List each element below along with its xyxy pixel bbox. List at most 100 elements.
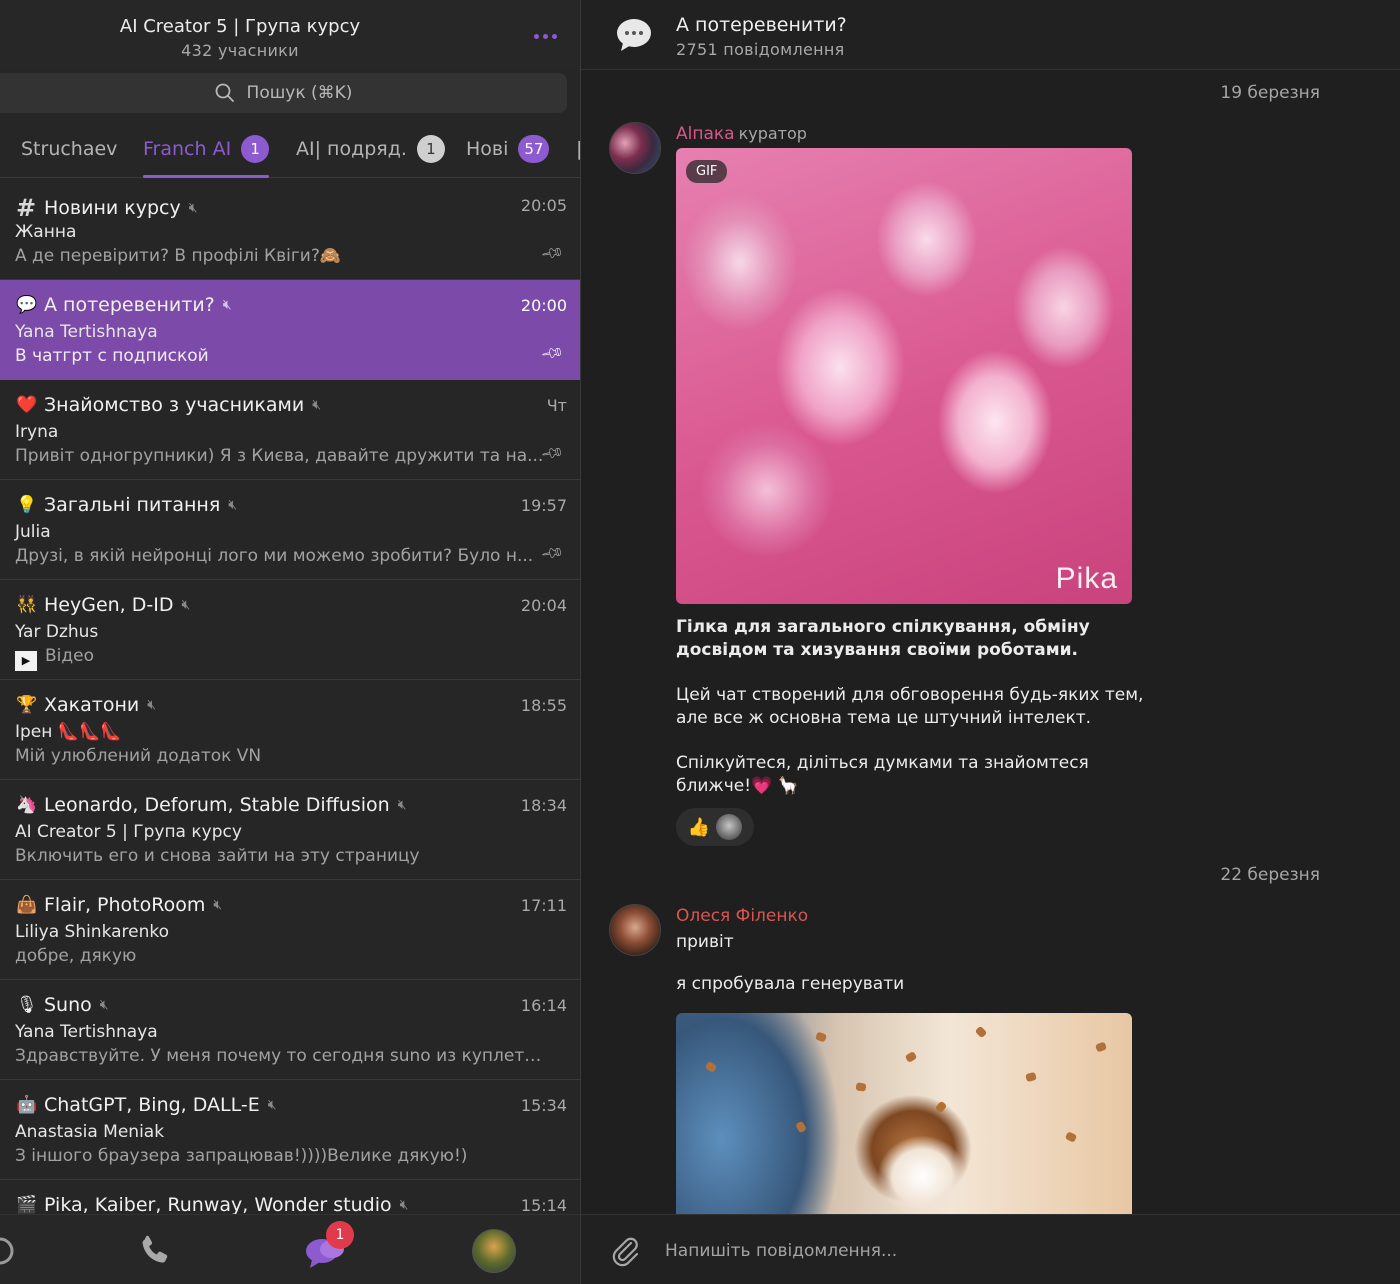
topic-time: 20:00: [520, 296, 567, 315]
topic-row-suno[interactable]: 🎙 Suno 🔇︎ 16:14 Yana Tertishnaya Здравству…: [0, 980, 580, 1080]
group-title[interactable]: AI Creator 5 | Група курсу: [0, 16, 480, 37]
heart-icon: ❤️: [16, 395, 38, 415]
topic-row-flair[interactable]: 👜 Flair, PhotoRoom 🔇︎ 17:11 Liliya Shinkar…: [0, 880, 580, 980]
date-separator: 19 березня: [1220, 83, 1320, 103]
robot-icon: 🤖: [16, 1095, 38, 1115]
muted-icon: 🔇︎: [267, 1097, 277, 1113]
topic-title: А потеревенити?: [44, 294, 215, 316]
sender-name[interactable]: Alпака куратор: [676, 124, 807, 144]
nav-partial-icon[interactable]: [0, 1229, 22, 1273]
topic-title: Suno: [44, 994, 92, 1016]
avatar: [716, 814, 743, 840]
topic-time: 18:55: [520, 696, 567, 715]
last-sender: Iryna: [15, 422, 59, 442]
topic-row-introductions[interactable]: ❤️ Знайомство з учасниками 🔇︎ Чт Iryna При…: [0, 380, 580, 480]
last-sender: Yar Dzhus: [15, 622, 99, 642]
topic-time: 19:57: [520, 496, 567, 515]
preview-text: Відео: [45, 646, 94, 666]
topic-row-chatgpt[interactable]: 🤖 ChatGPT, Bing, DALL-E 🔇︎ 15:34 Anastasia…: [0, 1080, 580, 1180]
topic-time: 17:11: [520, 896, 567, 915]
topic-row-leonardo[interactable]: 🦄 Leonardo, Deforum, Stable Diffusion 🔇︎ 1…: [0, 780, 580, 880]
avatar[interactable]: [609, 904, 661, 956]
muted-icon: 🔇︎: [228, 497, 238, 513]
search-icon: [215, 83, 234, 102]
last-sender: Жанна: [15, 222, 77, 242]
muted-icon: 🔇︎: [397, 797, 407, 813]
topic-title: Новини курсу: [44, 197, 181, 219]
muted-icon: 🔇︎: [213, 897, 223, 913]
last-sender: Anastasia Meniak: [15, 1122, 165, 1142]
message-text: Спілкуйтеся, діліться думками та знайомт…: [676, 753, 1089, 796]
message-composer: [581, 1214, 1400, 1284]
tab-label: AI| подряд.: [296, 138, 407, 160]
muted-icon: 🔇︎: [222, 297, 232, 313]
topic-time: 20:04: [520, 596, 567, 615]
muted-icon: 🔇︎: [312, 397, 322, 413]
watermark: Pika: [1055, 562, 1118, 595]
topic-time: 18:34: [520, 796, 567, 815]
microphone-icon: 🎙: [16, 995, 38, 1015]
paperclip-icon[interactable]: [607, 1233, 643, 1269]
search-input[interactable]: Пошук (⌘K): [0, 73, 567, 113]
topic-row-general-questions[interactable]: 💡 Загальні питання 🔇︎ 19:57 Julia Друзі, в…: [0, 480, 580, 580]
topic-header: А потеревенити? 2751 повідомлення: [581, 0, 1400, 70]
sender-role: куратор: [738, 124, 807, 143]
tab-label: Franch AI: [143, 138, 232, 160]
bottom-navigation: 1: [0, 1214, 580, 1284]
sender-name-text: Alпака: [676, 124, 735, 144]
more-options-button[interactable]: [528, 24, 562, 48]
lightbulb-icon: 💡: [16, 495, 38, 515]
last-sender: Yana Tertishnaya: [15, 322, 158, 342]
message-input[interactable]: [665, 1233, 1365, 1269]
tab-label: Struchaev: [21, 138, 118, 160]
speech-bubble-icon: 💬: [16, 295, 38, 315]
tab-franch-ai[interactable]: Franch AI 1: [143, 120, 270, 178]
muted-icon: 🔇︎: [181, 597, 191, 613]
tab-ai-podryad[interactable]: AI| подряд. 1: [296, 120, 445, 178]
unread-badge: 57: [518, 135, 550, 163]
topic-title: Хакатони: [44, 694, 140, 716]
sender-name[interactable]: Олеся Філенко: [676, 906, 808, 926]
topic-row-chatter[interactable]: 💬 А потеревенити? 🔇︎ 20:00 Yana Tertishnay…: [0, 280, 580, 380]
clapperboard-icon: 🎬: [16, 1195, 38, 1214]
video-icon: ▶: [15, 650, 37, 671]
topic-title: Flair, PhotoRoom: [44, 894, 206, 916]
topic-title: Загальні питання: [44, 494, 221, 516]
topic-time: 15:34: [520, 1096, 567, 1115]
last-sender: Liliya Shinkarenko: [15, 922, 170, 942]
calls-button[interactable]: [133, 1229, 177, 1273]
group-header: AI Creator 5 | Група курсу 432 учасники: [0, 0, 580, 70]
topic-time: 16:14: [520, 996, 567, 1015]
topic-row-news[interactable]: # Новини курсу 🔇︎ 20:05 Жанна А де перевір…: [0, 180, 580, 280]
muted-icon: 🔇︎: [99, 997, 109, 1013]
topic-time: 15:14: [520, 1196, 567, 1214]
reaction-pill[interactable]: 👍: [676, 808, 754, 846]
unicorn-icon: 🦄: [16, 795, 38, 815]
avatar[interactable]: [609, 122, 661, 174]
last-message-preview: Привіт одногрупники) Я з Києва, давайте …: [15, 446, 544, 466]
unread-badge: 1: [326, 1221, 354, 1249]
profile-button[interactable]: [472, 1229, 516, 1273]
last-sender: Julia: [15, 522, 51, 542]
topic-list: # Новини курсу 🔇︎ 20:05 Жанна А де перевір…: [0, 180, 580, 1214]
message-text: я спробувала генерувати: [676, 974, 905, 994]
gif-attachment[interactable]: GIF Pika: [676, 148, 1132, 604]
last-message-preview: добре, дякую: [15, 946, 137, 966]
last-message-preview: Друзі, в якій нейронці лого ми можемо зр…: [15, 546, 534, 566]
topic-row-heygen[interactable]: 👯 HeyGen, D-ID 🔇︎ 20:04 Yar Dzhus ▶ Відео: [0, 580, 580, 680]
topic-row-pika[interactable]: 🎬 Pika, Kaiber, Runway, Wonder studio 🔇︎ 1…: [0, 1180, 580, 1214]
topic-row-hackathons[interactable]: 🏆 Хакатони 🔇︎ 18:55 Ірен 👠👠👠 Мій улюблений…: [0, 680, 580, 780]
handbag-icon: 👜: [16, 895, 38, 915]
chat-list-pane: AI Creator 5 | Група курсу 432 учасники …: [0, 0, 580, 1284]
avatar: [472, 1229, 516, 1273]
hash-icon: #: [16, 194, 37, 222]
topic-title[interactable]: А потеревенити?: [676, 14, 847, 36]
image-attachment[interactable]: [676, 1013, 1132, 1223]
tab-new[interactable]: Нові 57: [466, 120, 550, 178]
thumbs-up-icon: 👍: [687, 816, 711, 838]
topic-title: Pika, Kaiber, Runway, Wonder studio: [44, 1194, 392, 1214]
tab-struchaev[interactable]: Struchaev: [21, 120, 117, 178]
unread-badge: 1: [416, 135, 445, 163]
topic-time: Чт: [546, 396, 567, 415]
last-message-preview: А де перевірити? В профілі Квіги?🙈: [15, 246, 342, 266]
